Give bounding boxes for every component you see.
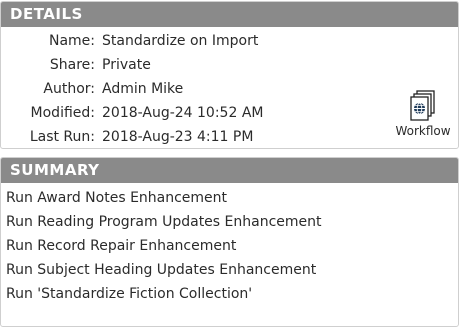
detail-value: 2018-Aug-23 4:11 PM (102, 129, 254, 145)
summary-item[interactable]: Run Subject Heading Updates Enhancement (6, 258, 322, 282)
details-panel: DETAILS Name: Standardize on Import Shar… (0, 1, 459, 149)
detail-row-share: Share: Private (1, 53, 151, 77)
detail-row-modified: Modified: 2018-Aug-24 10:52 AM (1, 101, 264, 125)
summary-item[interactable]: Run Record Repair Enhancement (6, 234, 322, 258)
detail-row-name: Name: Standardize on Import (1, 29, 258, 53)
detail-label: Share: (49, 57, 95, 73)
detail-value: Admin Mike (102, 81, 184, 97)
detail-label: Name: (48, 33, 95, 49)
detail-label: Author: (43, 81, 95, 97)
detail-row-author: Author: Admin Mike (1, 77, 183, 101)
detail-value: Standardize on Import (102, 33, 259, 49)
summary-item[interactable]: Run Award Notes Enhancement (6, 186, 322, 210)
workflow-button[interactable]: Workflow (391, 90, 455, 146)
detail-value: Private (102, 57, 151, 73)
summary-item[interactable]: Run 'Standardize Fiction Collection' (6, 282, 322, 306)
summary-list: Run Award Notes Enhancement Run Reading … (6, 186, 322, 306)
details-header: DETAILS (1, 2, 458, 27)
summary-panel: SUMMARY Run Award Notes Enhancement Run … (0, 157, 459, 327)
detail-row-last-run: Last Run: 2018-Aug-23 4:11 PM (1, 125, 254, 148)
workflow-label: Workflow (395, 124, 451, 138)
detail-label: Last Run: (29, 129, 95, 145)
workflow-documents-globe-icon (410, 90, 435, 121)
detail-value: 2018-Aug-24 10:52 AM (102, 105, 264, 121)
summary-header: SUMMARY (1, 158, 458, 183)
summary-item[interactable]: Run Reading Program Updates Enhancement (6, 210, 322, 234)
detail-label: Modified: (30, 105, 95, 121)
